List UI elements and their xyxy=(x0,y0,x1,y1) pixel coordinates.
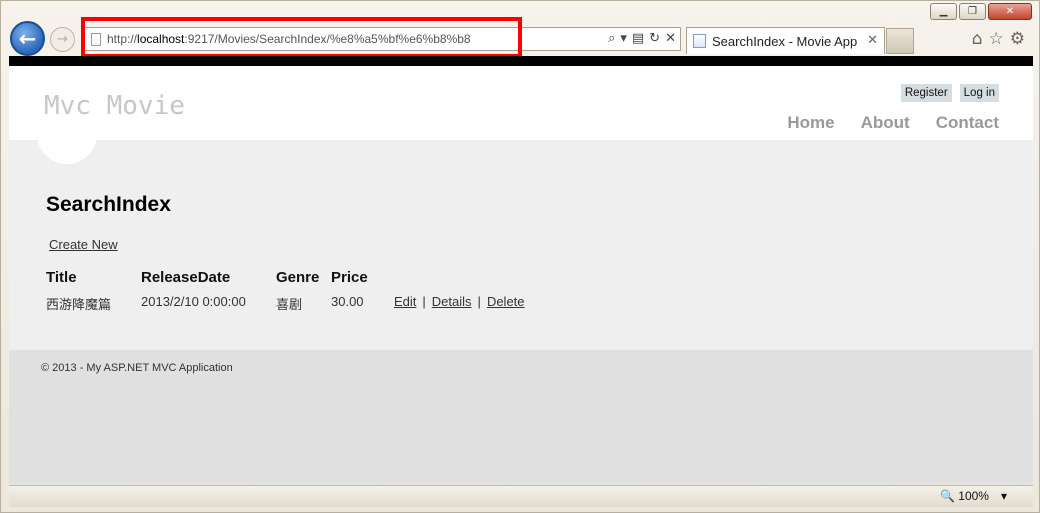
refresh-icon[interactable]: ↻ xyxy=(649,31,660,46)
cell-title: 西游降魔篇 xyxy=(46,297,112,312)
column-header-releasedate: ReleaseDate xyxy=(141,269,231,286)
site-header: Mvc Movie Register Log in Home About Con… xyxy=(9,66,1033,140)
zoom-control[interactable]: 🔍 100% ▾ xyxy=(940,489,1007,503)
menu-contact[interactable]: Contact xyxy=(936,113,999,133)
home-icon[interactable]: ⌂ xyxy=(972,29,983,49)
row-actions: Edit | Details | Delete xyxy=(394,294,525,309)
cell-release-date: 2013/2/10 0:00:00 xyxy=(141,294,246,309)
page-icon xyxy=(91,32,101,46)
close-window-button[interactable]: ✕ xyxy=(988,3,1032,20)
browser-tools: ⌂ ☆ ⚙ xyxy=(972,29,1025,49)
minimize-button[interactable]: ▁ xyxy=(930,3,957,20)
dropdown-icon[interactable]: ▾ xyxy=(620,31,627,46)
top-black-bar xyxy=(9,56,1033,66)
new-tab-button[interactable] xyxy=(886,28,914,54)
restore-button[interactable]: ❐ xyxy=(959,3,986,20)
search-icon[interactable]: ⌕ xyxy=(608,31,615,46)
address-tools: ⌕ ▾ ▤ ↻ ✕ xyxy=(608,31,676,46)
zoom-icon: 🔍 xyxy=(939,489,955,503)
tab-page-icon xyxy=(693,34,706,48)
forward-arrow-icon: → xyxy=(57,32,68,47)
address-bar[interactable]: http://localhost:9217/Movies/SearchIndex… xyxy=(83,27,681,51)
register-link[interactable]: Register xyxy=(900,84,952,102)
compatibility-icon[interactable]: ▤ xyxy=(632,31,644,46)
cell-genre: 喜剧 xyxy=(276,297,303,312)
zoom-level: 100% xyxy=(958,489,989,503)
cell-price: 30.00 xyxy=(331,294,364,309)
delete-link[interactable]: Delete xyxy=(487,294,525,309)
column-header-price: Price xyxy=(331,269,368,286)
menu-about[interactable]: About xyxy=(861,113,910,133)
site-footer: © 2013 - My ASP.NET MVC Application xyxy=(9,350,1033,484)
main-content: SearchIndex Create New Title ReleaseDate… xyxy=(9,140,1033,350)
column-header-genre: Genre xyxy=(276,269,320,286)
main-menu: Home About Contact xyxy=(787,113,999,133)
browser-window: ▁ ❐ ✕ ← → http://localhost:9217/Movies/S… xyxy=(0,0,1040,513)
edit-link[interactable]: Edit xyxy=(394,294,416,309)
zoom-dropdown-icon[interactable]: ▾ xyxy=(1001,489,1007,503)
menu-home[interactable]: Home xyxy=(787,113,834,133)
page-title: SearchIndex xyxy=(46,193,171,216)
back-arrow-icon: ← xyxy=(18,26,37,51)
tab-title: SearchIndex - Movie App xyxy=(712,33,858,49)
details-link[interactable]: Details xyxy=(432,294,472,309)
forward-button[interactable]: → xyxy=(50,27,75,52)
site-title[interactable]: Mvc Movie xyxy=(44,91,185,121)
status-bar: 🔍 100% ▾ xyxy=(9,485,1033,507)
login-link[interactable]: Log in xyxy=(959,84,999,102)
copyright-text: © 2013 - My ASP.NET MVC Application xyxy=(41,362,233,374)
stop-icon[interactable]: ✕ xyxy=(665,31,676,46)
browser-tab[interactable]: SearchIndex - Movie App ✕ xyxy=(686,27,885,54)
close-tab-icon[interactable]: ✕ xyxy=(867,33,878,48)
back-button[interactable]: ← xyxy=(10,21,45,56)
column-header-title: Title xyxy=(46,269,77,286)
create-new-link[interactable]: Create New xyxy=(49,237,118,252)
login-links: Register Log in xyxy=(900,84,999,102)
favorites-star-icon[interactable]: ☆ xyxy=(989,29,1004,49)
window-controls: ▁ ❐ ✕ xyxy=(930,3,1032,20)
url-text[interactable]: http://localhost:9217/Movies/SearchIndex… xyxy=(107,32,471,46)
gear-icon[interactable]: ⚙ xyxy=(1010,29,1025,49)
page-viewport: Mvc Movie Register Log in Home About Con… xyxy=(9,56,1033,484)
